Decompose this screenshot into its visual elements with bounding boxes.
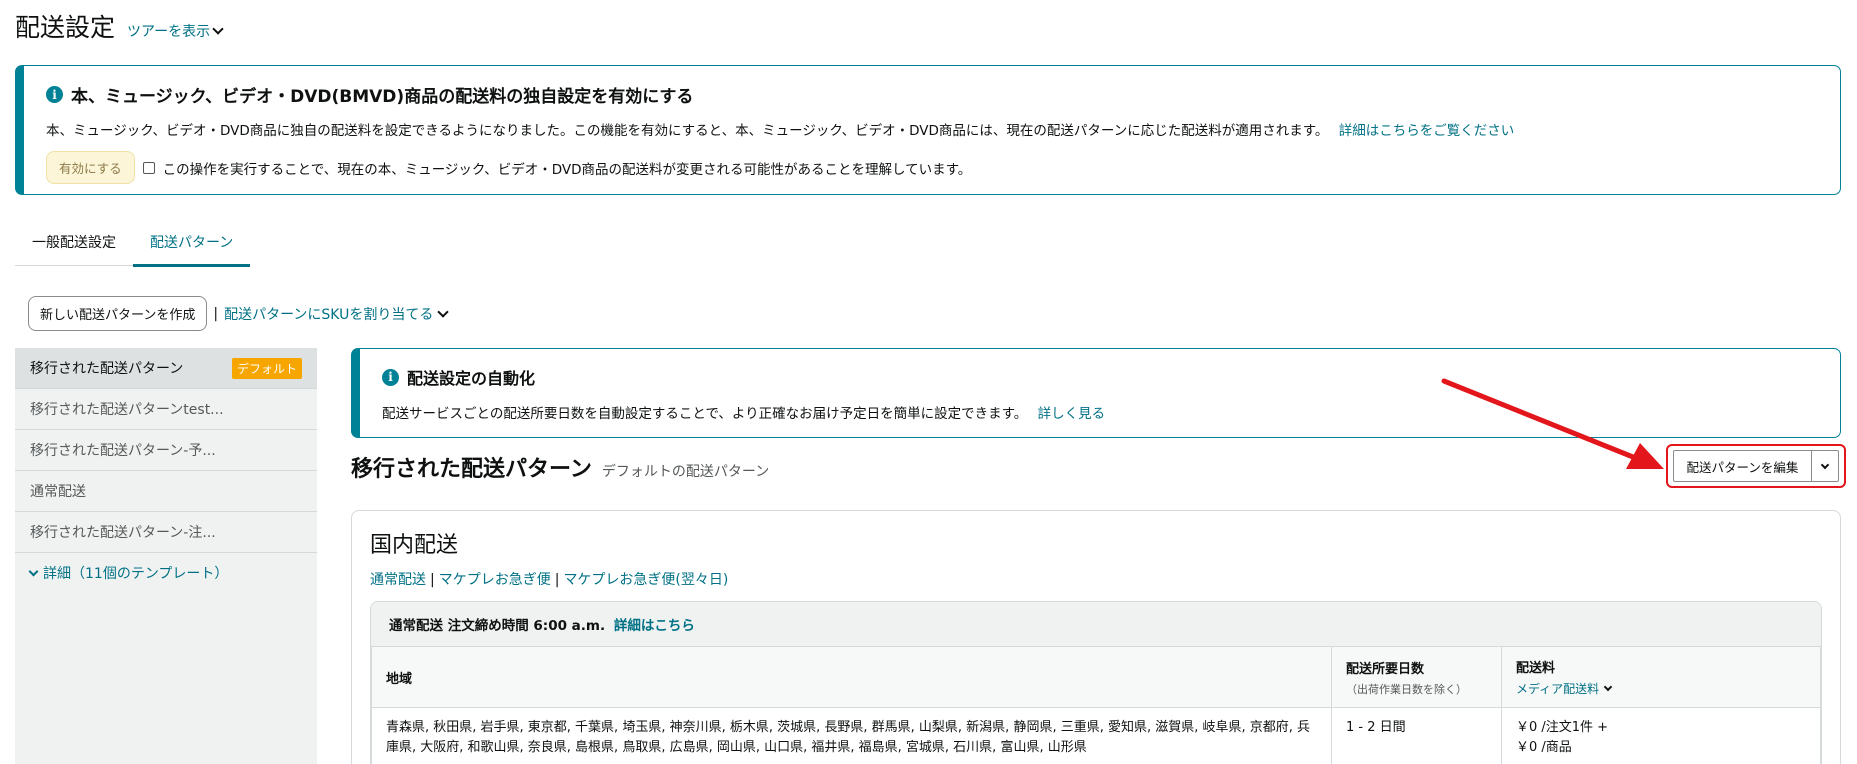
edit-highlight-box: 配送パターンを編集 (1666, 444, 1846, 488)
automation-alert: i 配送設定の自動化 配送サービスごとの配送所要日数を自動設定することで、より正… (351, 348, 1841, 438)
col-region: 地域 (371, 646, 1332, 708)
consent-checkbox[interactable] (142, 161, 155, 174)
pattern-sidebar: 移行された配送パターン デフォルト 移行された配送パターンtest... 移行さ… (15, 348, 317, 764)
automation-alert-title-row: i 配送設定の自動化 (382, 365, 1818, 389)
bmvd-alert: i 本、ミュージック、ビデオ・DVD(BMVD)商品の配送料の独自設定を有効にす… (15, 65, 1841, 195)
automation-alert-body: 配送サービスごとの配送所要日数を自動設定することで、より正確なお届け予定日を簡単… (382, 402, 1818, 422)
chevron-down-icon[interactable] (28, 566, 39, 576)
tour-link[interactable]: ツアーを表示 (127, 21, 224, 41)
domestic-title: 国内配送 (370, 533, 459, 558)
learn-more-link[interactable]: 詳しく見る (1038, 406, 1106, 422)
sidebar-item-migrated-pattern[interactable]: 移行された配送パターン デフォルト (15, 348, 317, 389)
pattern-title: 移行された配送パターン (351, 457, 592, 482)
shipping-table-wrap: 通常配送 注文締め時間 6:00 a.m. 詳細はこちら 地域 配送所要日数 （… (370, 601, 1822, 764)
col-fee-label: 配送料 (1516, 661, 1556, 676)
chevron-down-icon[interactable] (1820, 460, 1830, 469)
separator: | (430, 572, 435, 588)
method-link-express-2day[interactable]: マケプレお急ぎ便(翌々日) (563, 572, 728, 588)
table-caption: 通常配送 注文締め時間 6:00 a.m. 詳細はこちら (371, 602, 1821, 646)
automation-alert-text: 配送サービスごとの配送所要日数を自動設定することで、より正確なお届け予定日を簡単… (382, 406, 1028, 422)
pattern-actions: 新しい配送パターンを作成 | 配送パターンにSKUを割り当てる (28, 296, 449, 331)
method-links: 通常配送 | マケプレお急ぎ便 | マケプレお急ぎ便(翌々日) (370, 569, 1822, 589)
edit-pattern-button[interactable]: 配送パターンを編集 (1674, 451, 1812, 481)
settings-tabs: 一般配送設定 配送パターン (15, 224, 251, 267)
region-cell: 青森県, 秋田県, 岩手県, 東京都, 千葉県, 埼玉県, 神奈川県, 栃木県,… (371, 706, 1332, 764)
col-transit: 配送所要日数 （出荷作業日数を除く） (1331, 646, 1502, 708)
fee-line-order: ￥0 /注文1件 + (1516, 720, 1609, 735)
page-title: 配送設定 (15, 13, 116, 42)
table-header-row: 地域 配送所要日数 （出荷作業日数を除く） 配送料 メディア配送料 (371, 646, 1821, 708)
fee-cell: ￥0 /注文1件 + ￥0 /商品 (1501, 706, 1821, 764)
consent-checkbox-label: この操作を実行することで、現在の本、ミュージック、ビデオ・DVD商品の配送料が変… (162, 161, 972, 178)
media-fee-dropdown[interactable]: メディア配送料 (1516, 680, 1806, 697)
chevron-down-icon[interactable] (437, 305, 449, 318)
tour-link-label[interactable]: ツアーを表示 (127, 21, 210, 41)
tab-general-shipping[interactable]: 一般配送設定 (15, 224, 133, 265)
shipping-table: 地域 配送所要日数 （出荷作業日数を除く） 配送料 メディア配送料 青森県, 秋… (371, 646, 1821, 764)
chevron-down-icon[interactable] (1603, 682, 1613, 692)
assign-sku-label[interactable]: 配送パターンにSKUを割り当てる (224, 304, 433, 324)
method-link-express[interactable]: マケプレお急ぎ便 (439, 572, 551, 588)
bmvd-alert-text: 本、ミュージック、ビデオ・DVD商品に独自の配送料を設定できるようになりました。… (46, 123, 1329, 139)
automation-alert-title: 配送設定の自動化 (407, 369, 536, 388)
separator: | (213, 305, 219, 322)
method-link-standard[interactable]: 通常配送 (370, 572, 426, 588)
assign-sku-link[interactable]: 配送パターンにSKUを割り当てる (224, 304, 449, 324)
separator: | (554, 572, 560, 588)
transit-cell: 1 - 2 日間 (1331, 706, 1502, 764)
tab-shipping-patterns[interactable]: 配送パターン (133, 224, 251, 267)
enable-button[interactable]: 有効にする (46, 151, 135, 184)
page-header: 配送設定 ツアーを表示 (15, 8, 224, 44)
col-transit-label: 配送所要日数 (1346, 661, 1425, 677)
sidebar-item-migrated-chu[interactable]: 移行された配送パターン-注... (15, 512, 317, 553)
bmvd-alert-title-row: i 本、ミュージック、ビデオ・DVD(BMVD)商品の配送料の独自設定を有効にす… (46, 82, 1818, 107)
col-region-label: 地域 (386, 671, 413, 687)
info-icon: i (46, 86, 63, 103)
pattern-heading: 移行された配送パターン デフォルトの配送パターン (351, 451, 769, 483)
default-badge: デフォルト (231, 357, 302, 379)
edit-button-group: 配送パターンを編集 (1673, 450, 1839, 482)
col-transit-sub: （出荷作業日数を除く） (1346, 682, 1467, 696)
chevron-down-icon[interactable] (212, 23, 224, 35)
table-details-link[interactable]: 詳細はこちら (614, 618, 695, 634)
sidebar-more-label[interactable]: 詳細（11個のテンプレート） (43, 563, 228, 583)
sidebar-item-migrated-test[interactable]: 移行された配送パターンtest... (15, 389, 317, 430)
new-pattern-button[interactable]: 新しい配送パターンを作成 (28, 296, 208, 331)
edit-dropdown-toggle[interactable] (1812, 451, 1838, 481)
sidebar-more-link[interactable]: 詳細（11個のテンプレート） (15, 553, 317, 593)
bmvd-enable-row: 有効にする この操作を実行することで、現在の本、ミュージック、ビデオ・DVD商品… (46, 151, 1818, 184)
pattern-subtitle: デフォルトの配送パターン (601, 464, 770, 480)
info-icon: i (382, 368, 399, 386)
sidebar-item-standard[interactable]: 通常配送 (15, 471, 317, 512)
bmvd-alert-body: 本、ミュージック、ビデオ・DVD商品に独自の配送料を設定できるようになりました。… (46, 119, 1818, 139)
table-caption-text: 通常配送 注文締め時間 6:00 a.m. (389, 618, 606, 634)
col-fee: 配送料 メディア配送料 (1501, 646, 1821, 708)
sidebar-item-label[interactable]: 移行された配送パターン (30, 358, 183, 378)
bmvd-alert-title: 本、ミュージック、ビデオ・DVD(BMVD)商品の配送料の独自設定を有効にする (71, 87, 694, 107)
table-row: 青森県, 秋田県, 岩手県, 東京都, 千葉県, 埼玉県, 神奈川県, 栃木県,… (371, 706, 1821, 764)
domestic-shipping-card: 国内配送 通常配送 | マケプレお急ぎ便 | マケプレお急ぎ便(翌々日) 通常配送 注文… (351, 510, 1841, 764)
bmvd-details-link[interactable]: 詳細はこちらをご覧ください (1339, 123, 1515, 139)
sidebar-item-migrated-yo[interactable]: 移行された配送パターン-予... (15, 430, 317, 471)
fee-line-item: ￥0 /商品 (1516, 740, 1572, 756)
media-fee-label[interactable]: メディア配送料 (1516, 680, 1599, 697)
